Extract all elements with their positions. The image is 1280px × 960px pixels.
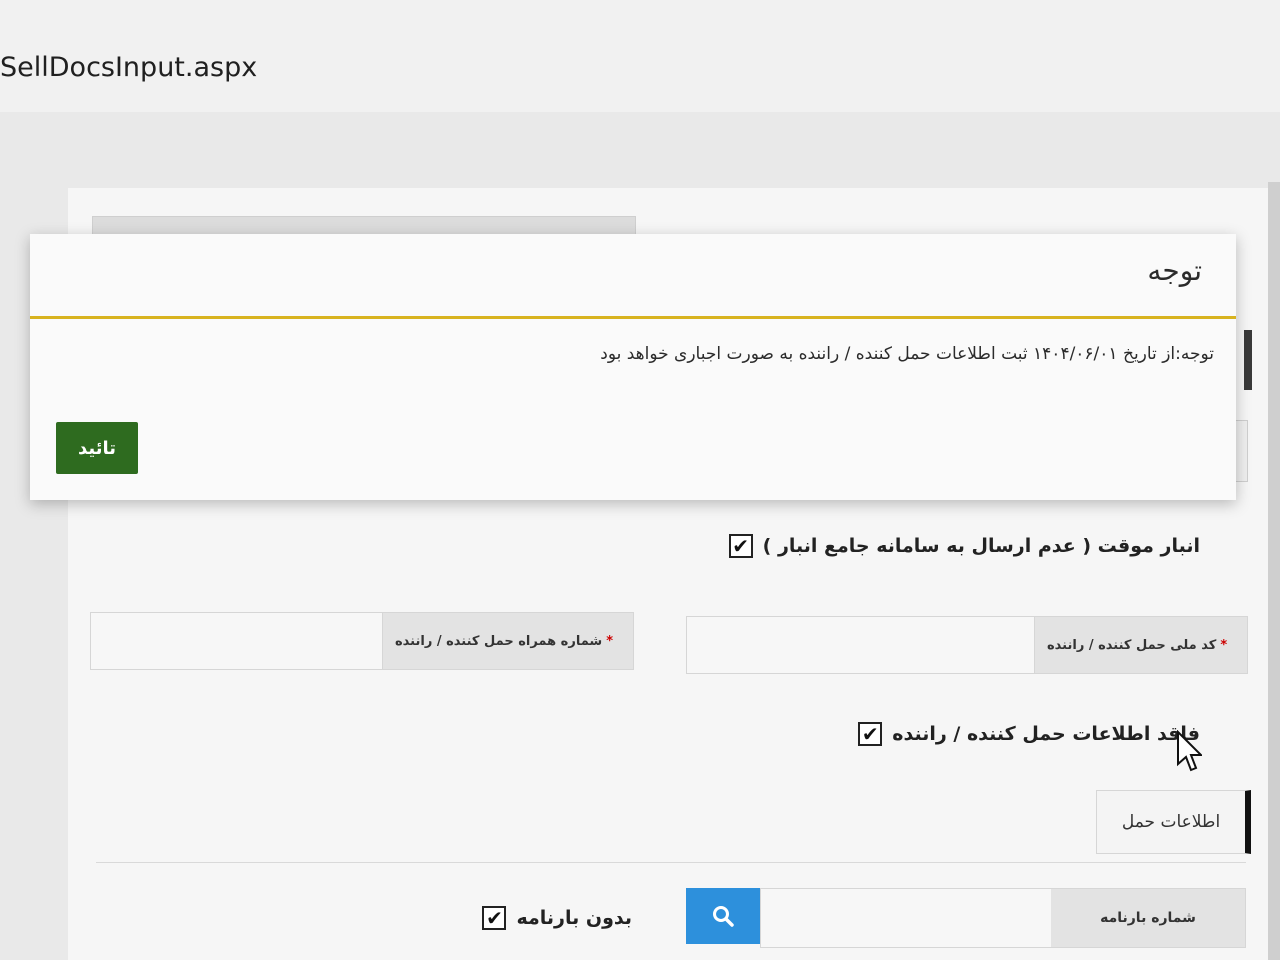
no-driver-info-row: ✔ فاقد اطلاعات حمل کننده / راننده (858, 722, 1200, 746)
waybill-field[interactable]: شماره بارنامه (760, 888, 1246, 948)
no-waybill-label: بدون بارنامه (516, 907, 632, 929)
national-code-label: * کد ملی حمل کننده / راننده (1034, 617, 1247, 673)
no-driver-info-checkbox[interactable]: ✔ (858, 722, 883, 746)
modal-divider (30, 316, 1236, 319)
search-button[interactable] (686, 888, 760, 944)
mouse-pointer-icon (1177, 730, 1202, 772)
browser-title-bar: SellDocsInput.aspx (0, 0, 1280, 113)
check-icon: ✔ (486, 906, 503, 930)
national-code-field[interactable]: * کد ملی حمل کننده / راننده (686, 616, 1248, 674)
no-waybill-row: ✔ بدون بارنامه (482, 906, 632, 930)
mobile-label: * شماره همراه حمل کننده / راننده (382, 613, 633, 669)
search-icon (713, 906, 734, 927)
temp-warehouse-label: انبار موقت ( عدم ارسال به سامانه جامع ان… (762, 535, 1200, 557)
shipping-info-header: اطلاعات حمل (1096, 790, 1251, 854)
no-driver-info-label: فاقد اطلاعات حمل کننده / راننده (892, 723, 1200, 745)
background-marker (1244, 330, 1252, 390)
page-scroll-edge[interactable] (1268, 182, 1280, 960)
modal-title: توجه (1147, 254, 1202, 287)
modal-message: توجه:از تاریخ ۱۴۰۴/۰۶/۰۱ ثبت اطلاعات حمل… (600, 344, 1214, 364)
mobile-field[interactable]: * شماره همراه حمل کننده / راننده (90, 612, 634, 670)
check-icon: ✔ (861, 722, 879, 746)
attention-modal: توجه توجه:از تاریخ ۱۴۰۴/۰۶/۰۱ ثبت اطلاعا… (30, 234, 1236, 500)
page-url: SellDocsInput.aspx (0, 52, 258, 83)
temp-warehouse-row: ✔ انبار موقت ( عدم ارسال به سامانه جامع … (728, 534, 1200, 558)
section-divider (96, 862, 1246, 863)
confirm-button[interactable]: تائید (56, 422, 138, 474)
required-mark: * (606, 633, 614, 649)
required-mark: * (1220, 637, 1228, 653)
check-icon: ✔ (732, 534, 750, 558)
waybill-label: شماره بارنامه (1051, 889, 1245, 947)
temp-warehouse-checkbox[interactable]: ✔ (728, 534, 753, 558)
no-waybill-checkbox[interactable]: ✔ (482, 906, 507, 930)
